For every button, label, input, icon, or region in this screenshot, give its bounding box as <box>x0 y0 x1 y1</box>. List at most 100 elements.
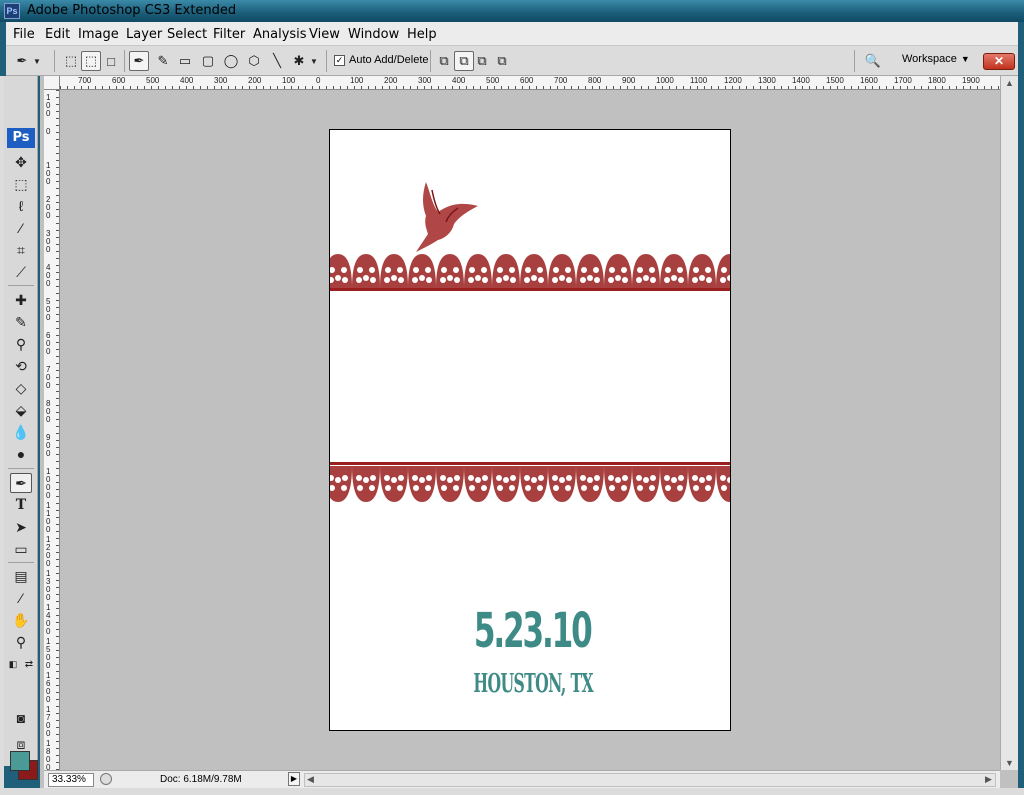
ruler-origin[interactable] <box>44 76 60 90</box>
fill-pixels-icon[interactable]: □ <box>101 51 121 71</box>
separator <box>54 50 55 72</box>
custom-shape-icon[interactable]: ✱ <box>289 51 309 71</box>
pen-tool-icon[interactable]: ✒ <box>10 473 32 493</box>
vertical-scrollbar[interactable]: ▲ ▼ <box>1000 76 1018 770</box>
separator <box>8 468 34 469</box>
eyedropper-tool-icon[interactable]: ⁄ <box>10 588 32 608</box>
version-cue-icon[interactable] <box>100 773 112 785</box>
document-canvas[interactable]: 5.23.10 HOUSTON, TX <box>329 129 731 731</box>
shape-dropdown-icon[interactable]: ▼ <box>309 51 319 71</box>
workspace-label: Workspace <box>902 53 957 65</box>
ruler-label: 700 <box>78 76 92 85</box>
foreground-color-swatch[interactable] <box>10 751 30 771</box>
crop-tool-icon[interactable]: ⌗ <box>10 240 32 260</box>
paint-bucket-tool-icon[interactable]: ⬙ <box>10 400 32 420</box>
notes-tool-icon[interactable]: ▤ <box>10 566 32 586</box>
ruler-label: 1100 <box>46 501 51 534</box>
quick-mask-icon[interactable]: ◙ <box>10 708 32 728</box>
lace-motif <box>604 254 632 288</box>
ruler-label: 300 <box>46 229 51 254</box>
event-city-text: HOUSTON, TX <box>473 669 594 699</box>
ruler-label: 0 <box>316 76 321 85</box>
clone-stamp-tool-icon[interactable]: ⚲ <box>10 334 32 354</box>
eraser-tool-icon[interactable]: ◇ <box>10 378 32 398</box>
brush-tool-icon[interactable]: ✎ <box>10 312 32 332</box>
menu-analysis[interactable]: Analysis <box>253 27 307 42</box>
scroll-down-icon[interactable]: ▼ <box>1005 758 1014 768</box>
photoshop-window: Ps Adobe Photoshop CS3 Extended File Edi… <box>0 0 1024 795</box>
ruler-label: 400 <box>46 263 51 288</box>
shape-layers-icon[interactable]: ⬚ <box>61 51 81 71</box>
horizontal-ruler[interactable]: 700 600 500 400 300 200 100 0 100 200 300 400 500 600… <box>60 76 1000 90</box>
pen-icon[interactable]: ✒ <box>129 51 149 71</box>
pen-tool-preset-icon[interactable]: ✒ <box>12 51 32 71</box>
close-button[interactable]: ✕ <box>983 53 1015 70</box>
horizontal-scrollbar[interactable]: ◀ ▶ <box>304 773 996 787</box>
path-selection-tool-icon[interactable]: ➤ <box>10 517 32 537</box>
preset-dropdown-icon[interactable]: ▼ <box>32 51 42 71</box>
freeform-pen-icon[interactable]: ✎ <box>153 51 173 71</box>
marquee-tool-icon[interactable]: ⬚ <box>10 174 32 194</box>
blur-tool-icon[interactable]: 💧 <box>10 422 32 442</box>
rounded-rectangle-icon[interactable]: ▢ <box>198 51 218 71</box>
menu-file[interactable]: File <box>13 27 35 42</box>
lace-motif <box>688 466 716 502</box>
menu-image[interactable]: Image <box>78 27 119 42</box>
scroll-up-icon[interactable]: ▲ <box>1005 78 1014 88</box>
ruler-label: 600 <box>112 76 126 85</box>
ellipse-icon[interactable]: ◯ <box>221 51 241 71</box>
separator <box>8 285 34 286</box>
status-menu-arrow-icon[interactable]: ▶ <box>288 772 300 786</box>
path-subtract-icon[interactable]: ⧉ <box>454 51 474 71</box>
history-brush-tool-icon[interactable]: ⟲ <box>10 356 32 376</box>
bridge-icon[interactable]: 🔍 <box>862 51 884 71</box>
separator <box>430 50 431 72</box>
swap-colors-icon[interactable]: ⇄ <box>22 654 36 674</box>
dodge-tool-icon[interactable]: ● <box>10 444 32 464</box>
path-intersect-icon[interactable]: ⧉ <box>472 51 492 71</box>
type-tool-icon[interactable]: T <box>10 495 32 515</box>
slice-tool-icon[interactable]: ⟋ <box>10 262 32 282</box>
path-add-icon[interactable]: ⧉ <box>434 51 454 71</box>
ruler-label: 500 <box>46 297 51 322</box>
menu-window[interactable]: Window <box>348 27 399 42</box>
line-icon[interactable]: ╲ <box>267 51 287 71</box>
scroll-right-icon[interactable]: ▶ <box>985 774 992 785</box>
menu-edit[interactable]: Edit <box>45 27 70 42</box>
checkbox-check-icon: ✓ <box>334 54 345 66</box>
ruler-label: 300 <box>418 76 432 85</box>
move-tool-icon[interactable]: ✥ <box>10 152 32 172</box>
menu-filter[interactable]: Filter <box>213 27 245 42</box>
ruler-label: 200 <box>46 195 51 220</box>
menu-layer[interactable]: Layer <box>126 27 162 42</box>
menu-view[interactable]: View <box>309 27 340 42</box>
auto-add-delete-checkbox[interactable]: ✓ Auto Add/Delete <box>334 54 429 66</box>
separator <box>854 50 855 72</box>
title-bar: Ps Adobe Photoshop CS3 Extended <box>0 0 1024 22</box>
status-bar: 33.33% Doc: 6.18M/9.78M ▶ ◀ ▶ <box>44 770 1000 788</box>
menu-select[interactable]: Select <box>167 27 207 42</box>
vertical-ruler[interactable]: 100 0 100 200 300 400 500 600 700 800 900 1000 1100 1… <box>44 90 60 772</box>
zoom-tool-icon[interactable]: ⚲ <box>10 632 32 652</box>
rectangle-icon[interactable]: ▭ <box>175 51 195 71</box>
lasso-tool-icon[interactable]: ℓ <box>10 196 32 216</box>
scroll-left-icon[interactable]: ◀ <box>307 774 314 785</box>
healing-brush-tool-icon[interactable]: ✚ <box>10 290 32 310</box>
path-exclude-icon[interactable]: ⧉ <box>492 51 512 71</box>
lace-motif <box>436 254 464 288</box>
zoom-level-field[interactable]: 33.33% <box>48 773 94 787</box>
ruler-label: 1300 <box>46 569 51 602</box>
ruler-label: 900 <box>46 433 51 458</box>
lace-motif <box>352 254 380 288</box>
lace-motif <box>548 466 576 502</box>
polygon-icon[interactable]: ⬡ <box>244 51 264 71</box>
rectangle-tool-icon[interactable]: ▭ <box>10 539 32 559</box>
hand-tool-icon[interactable]: ✋ <box>10 610 32 630</box>
paths-icon[interactable]: ⬚ <box>81 51 101 71</box>
ruler-label: 100 <box>46 161 51 186</box>
magic-wand-tool-icon[interactable]: ⁄ <box>10 218 32 238</box>
ruler-label: 1000 <box>656 76 674 85</box>
menu-help[interactable]: Help <box>407 27 437 42</box>
default-colors-icon[interactable]: ◧ <box>6 654 20 674</box>
workspace-button[interactable]: Workspace ▼ <box>902 53 970 65</box>
